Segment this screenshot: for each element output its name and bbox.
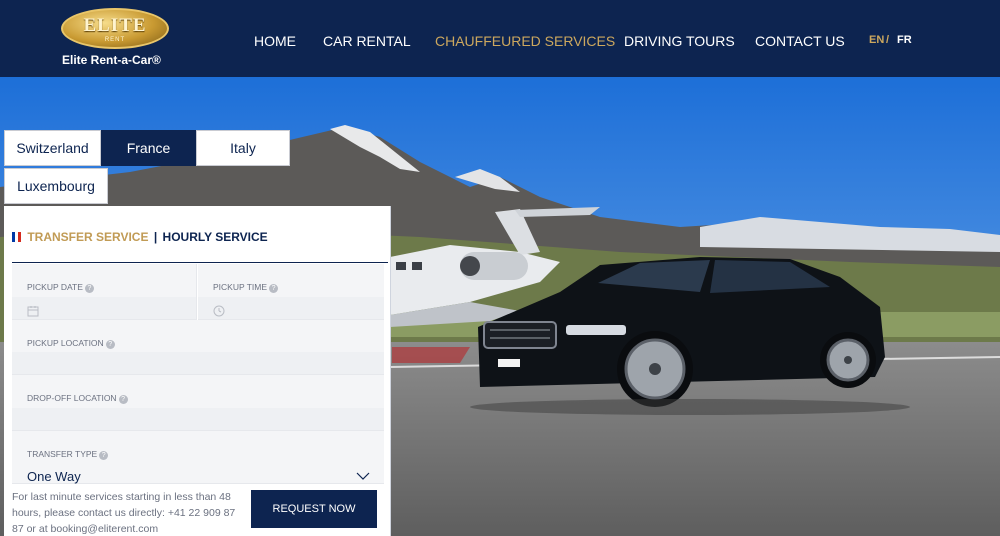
pickup-time-label: PICKUP TIME? xyxy=(213,282,279,293)
clock-icon[interactable] xyxy=(213,305,225,317)
logo-subtext: RENT xyxy=(104,37,126,43)
pickup-time-input[interactable] xyxy=(198,297,384,319)
request-now-button[interactable]: REQUEST NOW xyxy=(251,490,377,528)
tab-switzerland[interactable]: Switzerland xyxy=(4,130,101,166)
calendar-icon[interactable] xyxy=(27,305,39,317)
lang-en[interactable]: EN xyxy=(869,34,884,46)
transfer-type-value[interactable]: One Way xyxy=(27,469,81,484)
nav-home[interactable]: HOME xyxy=(254,33,296,49)
help-icon[interactable]: ? xyxy=(118,395,128,404)
tab-luxembourg[interactable]: Luxembourg xyxy=(4,168,108,204)
brand-name[interactable]: Elite Rent-a-Car® xyxy=(62,53,161,67)
service-separator: | xyxy=(153,230,158,244)
transfer-service-tab[interactable]: TRANSFER SERVICE xyxy=(27,230,148,244)
chevron-down-icon[interactable] xyxy=(356,472,370,480)
site-header: ELITE RENT Elite Rent-a-Car® HOME CAR RE… xyxy=(0,0,1000,77)
pickup-location-input[interactable] xyxy=(12,352,384,374)
dropoff-location-field[interactable]: DROP-OFF LOCATION? xyxy=(12,375,384,431)
nav-car-rental[interactable]: CAR RENTAL xyxy=(323,33,411,49)
nav-driving-tours[interactable]: DRIVING TOURS xyxy=(624,33,735,49)
pickup-location-label: PICKUP LOCATION? xyxy=(27,338,115,349)
lang-fr[interactable]: FR xyxy=(897,34,912,46)
dropoff-location-input[interactable] xyxy=(12,408,384,430)
pickup-date-field[interactable]: PICKUP DATE? xyxy=(12,264,197,320)
pickup-date-input[interactable] xyxy=(12,297,196,319)
lang-separator: / xyxy=(886,34,890,46)
booking-panel: TRANSFER SERVICE | HOURLY SERVICE PICKUP… xyxy=(4,206,391,536)
tab-france[interactable]: France xyxy=(101,130,196,166)
divider xyxy=(12,262,388,263)
nav-contact-us[interactable]: CONTACT US xyxy=(755,33,845,49)
nav-chauffeured-services[interactable]: CHAUFFEURED SERVICES xyxy=(435,33,615,49)
help-icon[interactable]: ? xyxy=(99,451,109,460)
tab-italy[interactable]: Italy xyxy=(196,130,290,166)
help-icon[interactable]: ? xyxy=(269,284,279,293)
dropoff-location-label: DROP-OFF LOCATION? xyxy=(27,393,128,404)
help-icon[interactable]: ? xyxy=(84,284,94,293)
help-icon[interactable]: ? xyxy=(105,340,115,349)
last-minute-note: For last minute services starting in les… xyxy=(12,491,236,535)
hourly-service-tab[interactable]: HOURLY SERVICE xyxy=(163,230,268,244)
transfer-type-label: TRANSFER TYPE? xyxy=(27,449,109,460)
service-toggle: TRANSFER SERVICE | HOURLY SERVICE xyxy=(12,230,268,244)
pickup-location-field[interactable]: PICKUP LOCATION? xyxy=(12,320,384,375)
france-flag-icon xyxy=(12,232,21,242)
pickup-date-label: PICKUP DATE? xyxy=(27,282,94,293)
transfer-type-select[interactable]: TRANSFER TYPE? One Way xyxy=(12,431,384,484)
elite-logo[interactable]: ELITE RENT xyxy=(61,8,169,49)
pickup-time-field[interactable]: PICKUP TIME? xyxy=(198,264,384,320)
logo-word: ELITE xyxy=(83,15,147,36)
